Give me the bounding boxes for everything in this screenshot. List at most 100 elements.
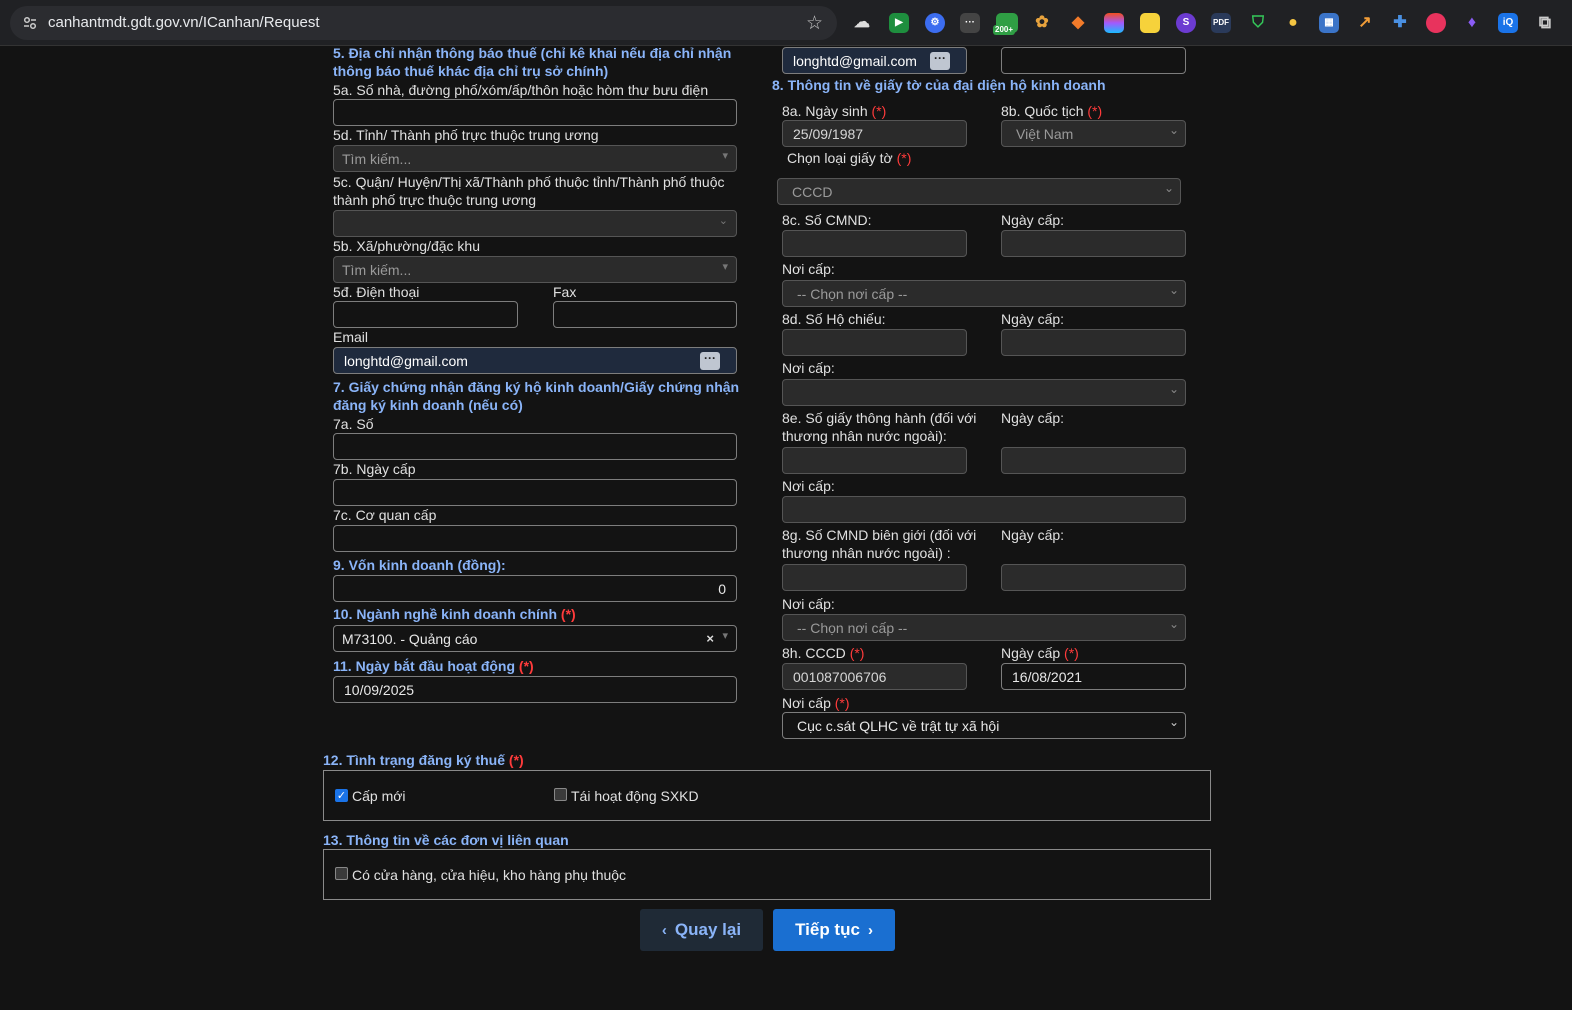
bookmark-star-icon[interactable]: ☆	[806, 12, 823, 35]
field-5b-label: 5b. Xã/phường/đặc khu	[333, 238, 480, 254]
field-8g-label: 8g. Số CMND biên giới (đối với thương nh…	[782, 527, 977, 561]
dependent-store-checkbox[interactable]	[335, 867, 348, 880]
chevron-down-icon: ⌄	[1168, 123, 1179, 137]
required-marker: (*)	[1087, 103, 1103, 119]
pdf-extension-icon[interactable]: PDF	[1211, 13, 1231, 33]
back-button[interactable]: ‹ Quay lại	[640, 909, 763, 951]
top-email-value: longhtd@gmail.com	[793, 53, 917, 69]
sticky-note-extension-icon[interactable]	[1140, 13, 1160, 33]
egg-extension-icon[interactable]: ●	[1283, 13, 1303, 33]
cmnd-place-placeholder: -- Chọn nơi cấp --	[797, 286, 908, 302]
reactivate-checkbox[interactable]	[554, 788, 567, 801]
iq-extension-icon[interactable]: iQ	[1498, 13, 1518, 33]
chevron-left-icon: ‹	[661, 922, 667, 939]
border-id-place-select[interactable]: -- Chọn nơi cấp -- ⌄	[782, 614, 1186, 641]
field-8h-place-label: Nơi cấp (*)	[782, 695, 850, 711]
field-7a-input[interactable]	[333, 433, 737, 460]
nationality-select[interactable]: Việt Nam ⌄	[1001, 120, 1186, 147]
chevron-down-icon: ▾	[722, 150, 728, 162]
new-registration-checkbox[interactable]: ✓	[335, 789, 348, 802]
calendar-extension-icon[interactable]: ▦	[1319, 13, 1339, 33]
url-text[interactable]: canhantmdt.gdt.gov.vn/ICanhan/Request	[48, 14, 320, 31]
email-value: longhtd@gmail.com	[344, 353, 468, 369]
field-8c-date-label: Ngày cấp:	[1001, 212, 1065, 228]
video-extension-icon[interactable]: ▶	[889, 13, 909, 33]
gear-extension-icon[interactable]: ⚙	[925, 13, 945, 33]
district-select[interactable]: ⌄	[333, 210, 737, 237]
section-12-text: 12. Tình trạng đăng ký thuế	[323, 752, 506, 768]
puzzle-extension-icon[interactable]: ✚	[1390, 13, 1410, 33]
travel-permit-input[interactable]	[782, 447, 967, 474]
ward-select[interactable]: Tìm kiếm... ▾	[333, 256, 737, 283]
field-8d-label: 8d. Số Hộ chiếu:	[782, 311, 886, 327]
field-8g-place-label: Nơi cấp:	[782, 596, 835, 612]
field-7b-input[interactable]	[333, 479, 737, 506]
cloud-extension-icon[interactable]: ☁	[852, 13, 872, 33]
crystal-extension-icon[interactable]: ♦	[1462, 13, 1482, 33]
doc-type-label: Chọn loại giấy tờ (*)	[787, 150, 911, 166]
figma-extension-icon[interactable]	[1104, 13, 1124, 33]
cccd-date-input[interactable]: 16/08/2021	[1001, 663, 1186, 690]
dots-extension-icon[interactable]: ···	[960, 13, 980, 33]
border-id-place-placeholder: -- Chọn nơi cấp --	[797, 620, 908, 636]
cmnd-place-select[interactable]: -- Chọn nơi cấp -- ⌄	[782, 280, 1186, 307]
border-id-date-input[interactable]	[1001, 564, 1186, 591]
site-settings-icon[interactable]	[22, 15, 38, 31]
field-8g-date-label: Ngày cấp:	[1001, 527, 1065, 543]
cmnd-number-input[interactable]	[782, 230, 967, 257]
section-10-title: 10. Ngành nghề kinh doanh chính (*)	[333, 605, 576, 623]
arrow-extension-icon[interactable]: ↗	[1355, 13, 1375, 33]
pink-extension-icon[interactable]	[1426, 13, 1446, 33]
password-manager-icon[interactable]: ···	[700, 352, 720, 370]
phone-input[interactable]	[333, 301, 518, 328]
field-8h-label: 8h. CCCD (*)	[782, 645, 864, 661]
capital-input[interactable]: 0	[333, 575, 737, 602]
field-8h-date-label: Ngày cấp (*)	[1001, 645, 1079, 661]
field-8c-place-label: Nơi cấp:	[782, 261, 835, 277]
field-7a-label: 7a. Số	[333, 416, 374, 432]
continue-button[interactable]: Tiếp tục ›	[773, 909, 895, 951]
badge-extension-icon[interactable]: 200+	[993, 13, 1018, 35]
s-extension-icon[interactable]: S	[1176, 13, 1196, 33]
section-5-title: 5. Địa chỉ nhận thông báo thuế (chỉ kê k…	[333, 45, 732, 79]
section-11-title: 11. Ngày bắt đầu hoạt động (*)	[333, 657, 534, 675]
address-bar[interactable]: canhantmdt.gdt.gov.vn/ICanhan/Request ☆	[10, 6, 837, 40]
clear-icon[interactable]: ×	[706, 631, 714, 646]
passport-date-input[interactable]	[1001, 329, 1186, 356]
field-8d-place-label: Nơi cấp:	[782, 360, 835, 376]
travel-permit-place-input[interactable]	[782, 496, 1186, 523]
field-8h-date-text: Ngày cấp	[1001, 645, 1061, 661]
fox-extension-icon[interactable]: ◆	[1068, 13, 1088, 33]
cookie-extension-icon[interactable]: ✿	[1032, 13, 1052, 33]
section-11-text: 11. Ngày bắt đầu hoạt động	[333, 658, 516, 674]
extension-badge: 200+	[993, 25, 1016, 35]
passport-place-select[interactable]: ⌄	[782, 379, 1186, 406]
section-8-title: 8. Thông tin về giấy tờ của đại diện hộ …	[772, 77, 1106, 93]
top-email-input[interactable]: longhtd@gmail.com ···	[782, 47, 967, 74]
cccd-place-select[interactable]: Cục c.sát QLHC về trật tự xã hội ⌄	[782, 712, 1186, 739]
field-5a-input[interactable]	[333, 99, 737, 126]
border-id-input[interactable]	[782, 564, 967, 591]
start-date-input[interactable]: 10/09/2025	[333, 676, 737, 703]
top-right-input[interactable]	[1001, 47, 1186, 74]
extensions-menu-icon[interactable]: ⧉	[1535, 13, 1555, 33]
field-8b-label: 8b. Quốc tịch (*)	[1001, 103, 1102, 119]
travel-permit-date-input[interactable]	[1001, 447, 1186, 474]
email-input[interactable]: longhtd@gmail.com ···	[333, 347, 737, 374]
fax-input[interactable]	[553, 301, 737, 328]
shield-extension-icon[interactable]: ⛉	[1248, 13, 1268, 33]
back-button-label: Quay lại	[674, 920, 742, 939]
birthdate-input[interactable]: 25/09/1987	[782, 120, 967, 147]
required-marker: (*)	[849, 645, 865, 661]
field-5d-province-label: 5d. Tỉnh/ Thành phố trực thuộc trung ươn…	[333, 127, 599, 143]
doc-type-select[interactable]: CCCD ⌄	[777, 178, 1181, 205]
field-8e-place-label: Nơi cấp:	[782, 478, 835, 494]
passport-number-input[interactable]	[782, 329, 967, 356]
cccd-number-input[interactable]: 001087006706	[782, 663, 967, 690]
main-industry-select[interactable]: M73100. - Quảng cáo × ▾	[333, 625, 737, 652]
field-7c-input[interactable]	[333, 525, 737, 552]
cmnd-date-input[interactable]	[1001, 230, 1186, 257]
password-manager-icon[interactable]: ···	[930, 52, 950, 70]
field-8e-date-label: Ngày cấp:	[1001, 410, 1065, 426]
province-select[interactable]: Tìm kiếm... ▾	[333, 145, 737, 172]
